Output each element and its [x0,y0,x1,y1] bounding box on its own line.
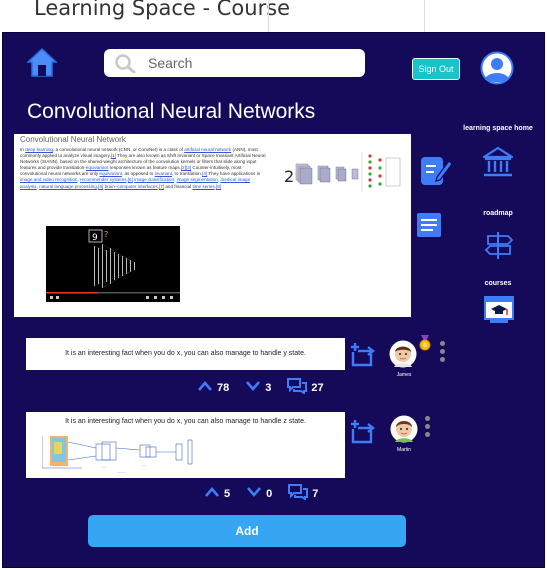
roadmap-signpost-icon[interactable] [484,230,514,260]
titlebar-divider [268,0,269,32]
learning-space-home-icon[interactable] [482,146,514,178]
article-link[interactable]: deep learning [25,147,53,152]
video-player[interactable]: 9 ? [46,226,180,302]
article-text: and financial [164,183,193,189]
upvote-icon[interactable] [197,380,213,395]
edit-note-icon[interactable] [419,153,453,189]
svg-text:———: ——— [117,470,126,474]
sign-out-button[interactable]: Sign Out [412,58,460,80]
add-button[interactable]: Add [88,515,406,547]
comment-card: It is an interesting fact when you do x,… [26,412,345,478]
article-link[interactable]: image segmentation [177,177,218,182]
window-title: Learning Space - Course [34,0,291,20]
avatar[interactable] [390,415,418,443]
article-text: , to translation. [171,171,203,177]
learning-space-home-label: learning space home [463,125,533,132]
upvote-icon[interactable] [204,486,220,501]
replies-icon[interactable] [287,378,308,397]
upvote-count: 5 [224,487,231,500]
svg-text:----: ---- [142,463,146,467]
titlebar-divider [424,0,425,32]
article-title: Convolutional Neural Network [20,135,126,144]
article-body: In deep learning, a convolutional neural… [20,147,268,190]
article-link[interactable]: equivariant [99,171,121,176]
notes-icon[interactable] [416,212,442,238]
search-icon [115,54,136,73]
replies-icon[interactable] [288,484,309,503]
cnn-diagram-image: 2 [284,152,401,192]
article-text: , a convolutional neural network (CNN, o… [52,147,185,152]
article-link[interactable]: [2][3] [181,165,191,170]
roadmap-label: roadmap [483,210,513,217]
courses-label: courses [484,280,512,287]
replies-count: 7 [312,487,319,500]
article-link[interactable]: artificial neural network [184,147,231,152]
downvote-count: 0 [266,487,273,500]
article-link[interactable]: image and video recognition [20,177,77,182]
article-link[interactable]: brain–computer interfaces [105,184,158,189]
article-card: Convolutional Neural Network In deep lea… [14,134,411,317]
replies-count: 27 [311,381,324,394]
article-link[interactable]: invariant [155,171,172,176]
search-bar [104,49,365,77]
svg-text:?: ? [104,230,108,239]
downvote-icon[interactable] [245,380,261,395]
comment-author: Martin [397,447,411,453]
window-titlebar: Learning Space - Course [0,0,547,32]
comment-text: It is an interesting fact when you do x,… [65,418,306,425]
video-digit: 9 [92,233,98,243]
cnn-sketch-image: ---- ---- ——— [42,436,193,474]
search-input[interactable] [148,52,348,74]
article-link[interactable]: [8] [216,184,221,189]
svg-text:----: ---- [102,465,106,469]
comment-author: James [396,372,412,378]
comment-card: It is an interesting fact when you do x,… [26,338,345,370]
article-link[interactable]: recommender systems [80,177,126,182]
comment-text: It is an interesting fact when you do x,… [65,350,306,357]
more-options-icon[interactable] [425,416,431,442]
article-link[interactable]: image classification [134,177,174,182]
comment-votes: 78 3 27 [197,378,324,397]
svg-text:2: 2 [284,167,294,186]
app-container: Sign Out Convolutional Neural Networks C… [2,32,545,568]
comment-votes: 5 0 7 [204,484,318,503]
repost-icon[interactable] [349,342,377,368]
article-link[interactable]: equivariant [86,165,108,170]
downvote-icon[interactable] [246,486,262,501]
downvote-count: 3 [265,381,272,394]
page-title: Convolutional Neural Networks [27,100,316,123]
more-options-icon[interactable] [440,341,446,367]
article-text: , as opposed to [121,171,155,177]
article-link[interactable]: time series [192,184,214,189]
article-text: responses known as feature maps. [108,165,181,171]
article-link[interactable]: natural language processing [39,184,97,189]
courses-icon[interactable] [484,296,514,324]
article-text: They have applications in [207,171,261,177]
home-icon[interactable] [25,45,59,79]
gold-medal-badge-icon [418,335,432,351]
user-profile-icon[interactable] [480,51,514,85]
avatar[interactable] [389,340,417,368]
upvote-count: 78 [217,381,230,394]
repost-icon[interactable] [349,419,377,445]
